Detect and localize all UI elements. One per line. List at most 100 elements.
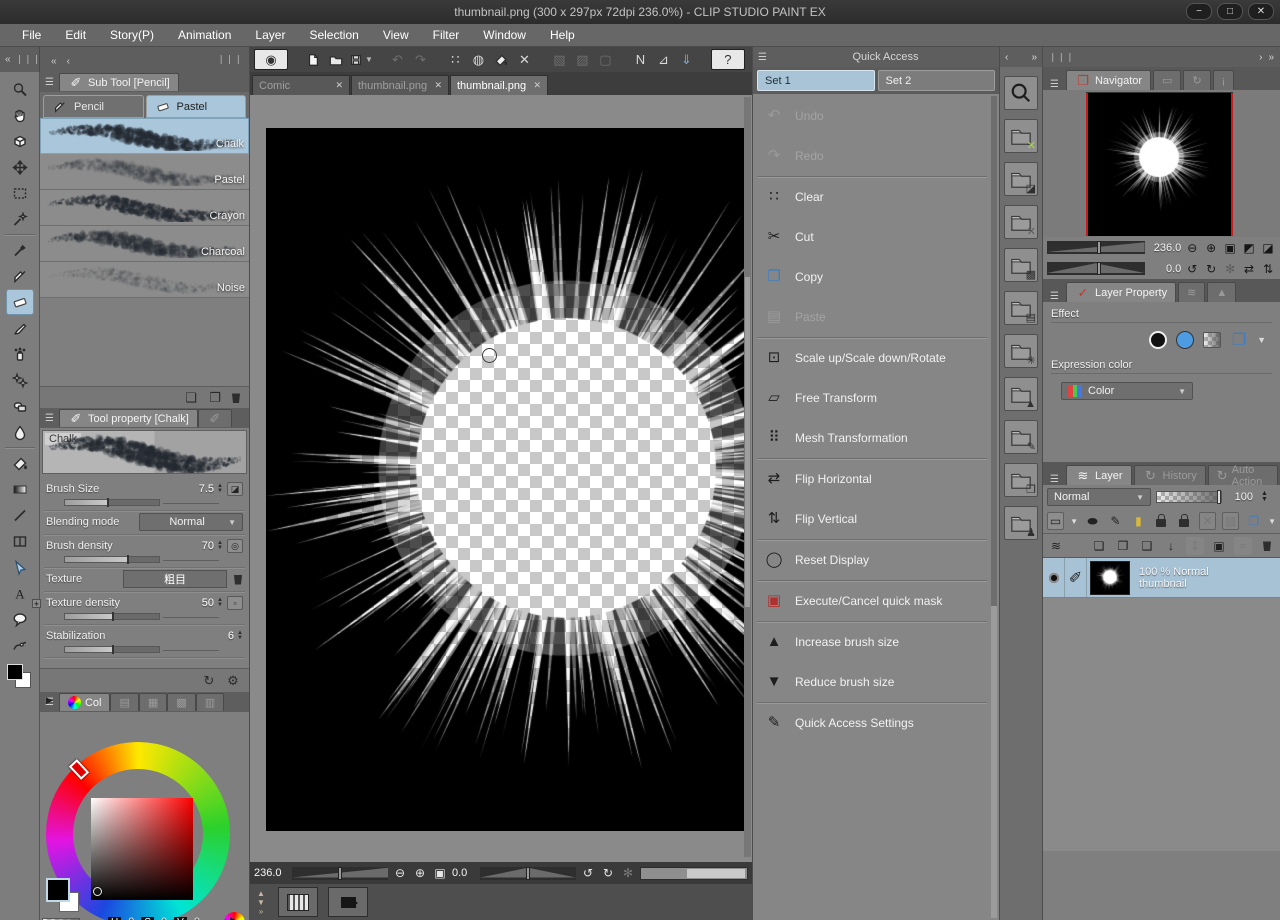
menu-window[interactable]: Window bbox=[471, 24, 538, 46]
lock-transparent-icon[interactable] bbox=[1176, 512, 1193, 530]
qa-tab-set2[interactable]: Set 2 bbox=[878, 70, 996, 91]
folder-pose-button[interactable]: ♟ bbox=[1004, 506, 1038, 540]
sv-cursor[interactable] bbox=[93, 887, 102, 896]
navigator-rotate-slider[interactable] bbox=[1047, 262, 1145, 275]
save-file-button[interactable]: ▼ bbox=[348, 49, 373, 70]
snap-down-button[interactable]: ⇓ bbox=[676, 49, 697, 70]
flip-h-view-icon[interactable]: ⇄ bbox=[1241, 262, 1257, 276]
main-sub-color-swatches[interactable] bbox=[7, 664, 33, 690]
brush-preview[interactable]: Chalk bbox=[42, 430, 247, 474]
tab-sub-view[interactable]: ▭ bbox=[1153, 70, 1181, 90]
folder-monochromatic-pattern-button[interactable]: ◪ bbox=[1004, 162, 1038, 196]
transform-button[interactable]: ✕ bbox=[514, 49, 535, 70]
collapse-all-right-icon[interactable]: » bbox=[1268, 52, 1274, 63]
opacity-stepper[interactable]: ▲▼ bbox=[1261, 491, 1268, 503]
tab-color-slider[interactable]: ▤ bbox=[110, 693, 138, 711]
expression-color-dropdown[interactable]: Color ▼ bbox=[1061, 382, 1193, 400]
curve-ruler-button[interactable]: N bbox=[630, 49, 651, 70]
zoom-out-icon[interactable]: ⊖ bbox=[392, 866, 408, 880]
reference-layer-icon[interactable]: ⬬ bbox=[1084, 512, 1101, 530]
operation-tool[interactable] bbox=[6, 128, 34, 154]
perspective-ruler-button[interactable]: ⊿ bbox=[653, 49, 674, 70]
navigator-preview[interactable] bbox=[1043, 90, 1280, 237]
qa-execute-cancel-quick-mask[interactable]: ▣Execute/Cancel quick mask bbox=[755, 581, 989, 621]
selection-tool[interactable] bbox=[6, 180, 34, 206]
folder-manga-material-button[interactable]: ✕ bbox=[1004, 205, 1038, 239]
subtool-item-noise[interactable]: Noise bbox=[40, 262, 249, 298]
qa-clear[interactable]: ∷Clear bbox=[755, 177, 989, 217]
balloon-tool[interactable] bbox=[6, 606, 34, 632]
timeline-scroll-arrows[interactable]: ▲▼» bbox=[254, 889, 268, 916]
subtool-tab-pencil[interactable]: Pencil bbox=[43, 95, 144, 118]
layer-row-thumbnail[interactable]: ✐ 100 % Normalthumbnail bbox=[1043, 558, 1280, 598]
canvas-document[interactable] bbox=[266, 128, 748, 831]
rotate-ccw-icon[interactable]: ↺ bbox=[1184, 262, 1200, 276]
delete-subtool-icon[interactable] bbox=[231, 392, 241, 403]
layer-color-effect-icon[interactable]: ❐ bbox=[1230, 331, 1248, 349]
subtool-item-chalk[interactable]: Chalk bbox=[40, 118, 249, 154]
new-timeline-button[interactable] bbox=[278, 887, 318, 917]
zoom-in-icon[interactable]: ⊕ bbox=[412, 866, 428, 880]
qa-copy[interactable]: ❐Copy bbox=[755, 257, 989, 297]
subtool-item-charcoal[interactable]: Charcoal bbox=[40, 226, 249, 262]
close-tab-icon[interactable]: ✕ bbox=[434, 80, 442, 91]
new-folder-icon[interactable]: ❐ bbox=[1114, 537, 1132, 555]
correct-line-tool[interactable] bbox=[6, 632, 34, 658]
close-tab-icon[interactable]: ✕ bbox=[335, 80, 343, 91]
graph-chip-icon[interactable]: ◪ bbox=[227, 482, 243, 496]
flip-horizontal-icon[interactable]: ◩ bbox=[1241, 241, 1257, 255]
folder-effect-lines-button[interactable]: ✳ bbox=[1004, 334, 1038, 368]
zoom-in-icon[interactable]: ⊕ bbox=[1203, 241, 1219, 255]
qa-flip-horizontal[interactable]: ⇄Flip Horizontal bbox=[755, 459, 989, 499]
collapse-icons[interactable]: «‹ bbox=[46, 51, 75, 69]
fill-button[interactable] bbox=[491, 49, 512, 70]
canvas-viewport[interactable] bbox=[250, 95, 752, 862]
fill-bucket-tool[interactable] bbox=[6, 450, 34, 476]
stepper-icon[interactable]: ▲▼ bbox=[217, 541, 223, 551]
maximize-button[interactable]: □ bbox=[1217, 3, 1243, 20]
tab-animation-cel[interactable]: ≋ bbox=[1178, 282, 1205, 302]
tab-layer[interactable]: ≋Layer bbox=[1066, 465, 1132, 485]
subtool-collapse-strip[interactable]: «‹ ❘❘❘ bbox=[40, 47, 250, 72]
help-button[interactable]: ? bbox=[711, 49, 745, 70]
expand-all-icon[interactable]: » bbox=[1031, 52, 1037, 63]
qa-mesh-transformation[interactable]: ⠿Mesh Transformation bbox=[755, 418, 989, 458]
folder-3d-button[interactable]: ❒ bbox=[1004, 463, 1038, 497]
stabilization-slider[interactable] bbox=[64, 646, 160, 653]
line-tool[interactable] bbox=[6, 502, 34, 528]
lock-layer-icon[interactable] bbox=[1153, 512, 1170, 530]
fit-window-icon[interactable]: ▣ bbox=[1222, 241, 1238, 255]
texture-density-slider[interactable] bbox=[64, 613, 160, 620]
pastel-tool[interactable] bbox=[6, 289, 34, 315]
brush-size-slider[interactable] bbox=[64, 499, 160, 506]
menu-help[interactable]: Help bbox=[538, 24, 587, 46]
object-tool[interactable] bbox=[6, 554, 34, 580]
brush-density-slider[interactable] bbox=[64, 556, 160, 563]
tab-item-bank[interactable]: ↻ bbox=[1183, 70, 1210, 90]
tab-auto-action[interactable]: ↻Auto Action bbox=[1208, 465, 1278, 485]
tone-effect-icon[interactable] bbox=[1176, 331, 1194, 349]
main-color-swatch[interactable] bbox=[46, 878, 70, 902]
layer-move-tool[interactable] bbox=[6, 154, 34, 180]
zoom-out-icon[interactable]: ⊖ bbox=[1184, 241, 1200, 255]
stepper-icon[interactable]: ▲▼ bbox=[217, 484, 223, 494]
pen-tool[interactable] bbox=[6, 263, 34, 289]
merge-down-icon[interactable]: ↓ bbox=[1162, 537, 1180, 555]
tab-brush-detail[interactable]: ✐ bbox=[198, 409, 232, 427]
qa-quick-access-settings[interactable]: ✎Quick Access Settings bbox=[755, 703, 989, 743]
zoom-tool[interactable] bbox=[6, 76, 34, 102]
panel-menu-icon[interactable]: ☰ bbox=[1045, 79, 1064, 90]
new-file-button[interactable] bbox=[302, 49, 323, 70]
clear-button[interactable]: ∷ bbox=[445, 49, 466, 70]
clipping-icon[interactable]: ▭ bbox=[1047, 512, 1064, 530]
apply-mask-icon[interactable]: ≈ bbox=[1234, 537, 1252, 555]
folder-color-pattern-button[interactable]: ✕ bbox=[1004, 119, 1038, 153]
menu-filter[interactable]: Filter bbox=[421, 24, 472, 46]
settings-wrench-icon[interactable]: ⚙ bbox=[225, 673, 241, 689]
menu-edit[interactable]: Edit bbox=[53, 24, 98, 46]
qa-reduce-brush-size[interactable]: ▼Reduce brush size bbox=[755, 662, 989, 702]
tab-layer-property[interactable]: ✓ Layer Property bbox=[1066, 282, 1176, 302]
transfer-down-icon[interactable]: ↧ bbox=[1186, 537, 1204, 555]
menu-view[interactable]: View bbox=[371, 24, 421, 46]
draft-layer-icon[interactable]: ✎ bbox=[1107, 512, 1124, 530]
